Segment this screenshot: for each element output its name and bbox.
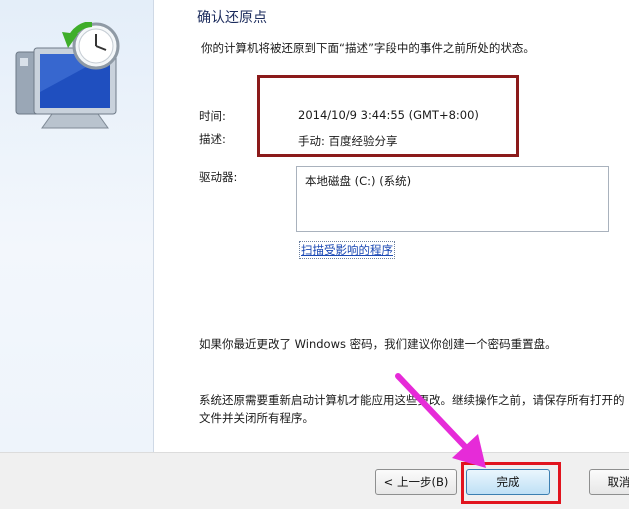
- button-bar: < 上一步(B) 完成 取消: [0, 452, 629, 509]
- left-banner: [0, 0, 154, 452]
- system-restore-icon: [15, 22, 120, 129]
- time-label: 时间:: [199, 109, 226, 123]
- description-label: 描述:: [199, 132, 226, 146]
- drives-label: 驱动器:: [199, 170, 238, 184]
- annotation-highlight-box: [257, 75, 519, 157]
- page-title: 确认还原点: [197, 10, 267, 26]
- drives-list[interactable]: 本地磁盘 (C:) (系统): [296, 166, 609, 232]
- pointer-arrow-icon: [395, 373, 486, 468]
- scan-affected-programs-link[interactable]: 扫描受影响的程序: [299, 241, 395, 259]
- page-subtitle: 你的计算机将被还原到下面“描述”字段中的事件之前所处的状态。: [201, 41, 535, 55]
- list-item[interactable]: 本地磁盘 (C:) (系统): [305, 173, 411, 189]
- cancel-button[interactable]: 取消: [589, 469, 629, 495]
- password-note: 如果你最近更改了 Windows 密码，我们建议你创建一个密码重置盘。: [199, 337, 557, 351]
